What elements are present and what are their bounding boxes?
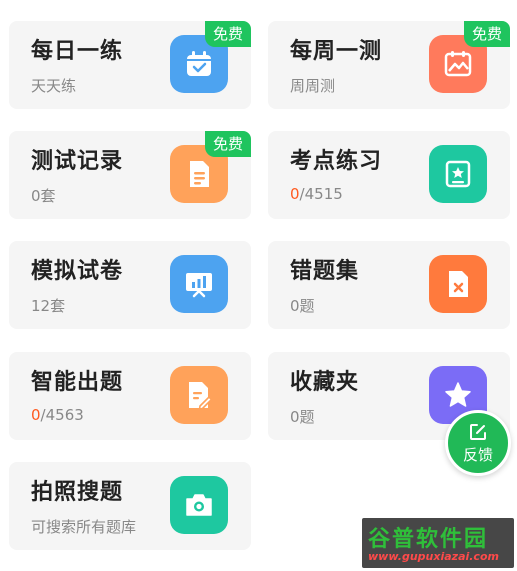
card-subtitle: 12套 (31, 297, 66, 315)
card-subtitle: 周周测 (290, 77, 336, 95)
card-subtitle: 可搜索所有题库 (31, 518, 137, 536)
card-mock-exam[interactable]: 模拟试卷 12套 (9, 241, 251, 329)
card-title: 每日一练 (31, 39, 124, 64)
free-badge: 免费 (204, 21, 251, 47)
card-title: 拍照搜题 (31, 480, 124, 505)
edit-icon (470, 423, 486, 440)
watermark: 谷普软件园 www.gupuxiazai.com (362, 518, 514, 568)
card-subtitle: 0题 (290, 297, 315, 315)
free-badge: 免费 (204, 131, 251, 157)
done-count: 0 (290, 185, 300, 203)
card-subtitle: 0套 (31, 187, 56, 205)
total-count: /4563 (40, 406, 84, 424)
card-title: 错题集 (290, 259, 360, 284)
card-title: 每周一测 (290, 39, 383, 64)
watermark-logo: 谷普软件园 (368, 527, 489, 552)
card-weekly-test[interactable]: 每周一测 周周测 免费 (268, 21, 510, 109)
done-count: 0 (31, 406, 41, 424)
card-exam-points[interactable]: 考点练习 0/4515 (268, 131, 510, 219)
total-count: /4515 (299, 185, 343, 203)
watermark-url: www.gupuxiazai.com (368, 550, 499, 563)
card-title: 测试记录 (31, 149, 124, 174)
card-wrong-questions[interactable]: 错题集 0题 (268, 241, 510, 329)
star-book-icon (429, 145, 487, 203)
presentation-chart-icon (170, 255, 228, 313)
card-smart-questions[interactable]: 智能出题 0/4563 (9, 352, 251, 440)
card-title: 智能出题 (31, 370, 124, 395)
card-subtitle: 0/4563 (31, 406, 84, 424)
card-subtitle: 0/4515 (290, 185, 343, 203)
card-title: 考点练习 (290, 149, 383, 174)
card-daily-practice[interactable]: 每日一练 天天练 免费 (9, 21, 251, 109)
document-edit-icon (170, 366, 228, 424)
card-title: 模拟试卷 (31, 259, 124, 284)
free-badge: 免费 (463, 21, 510, 47)
card-subtitle: 天天练 (31, 77, 77, 95)
error-file-icon (429, 255, 487, 313)
feedback-button[interactable]: 反馈 (445, 410, 511, 476)
card-photo-search[interactable]: 拍照搜题 可搜索所有题库 (9, 462, 251, 550)
card-subtitle: 0题 (290, 408, 315, 426)
card-test-records[interactable]: 测试记录 0套 免费 (9, 131, 251, 219)
camera-icon (170, 476, 228, 534)
feedback-label: 反馈 (462, 445, 493, 464)
card-title: 收藏夹 (290, 370, 360, 395)
